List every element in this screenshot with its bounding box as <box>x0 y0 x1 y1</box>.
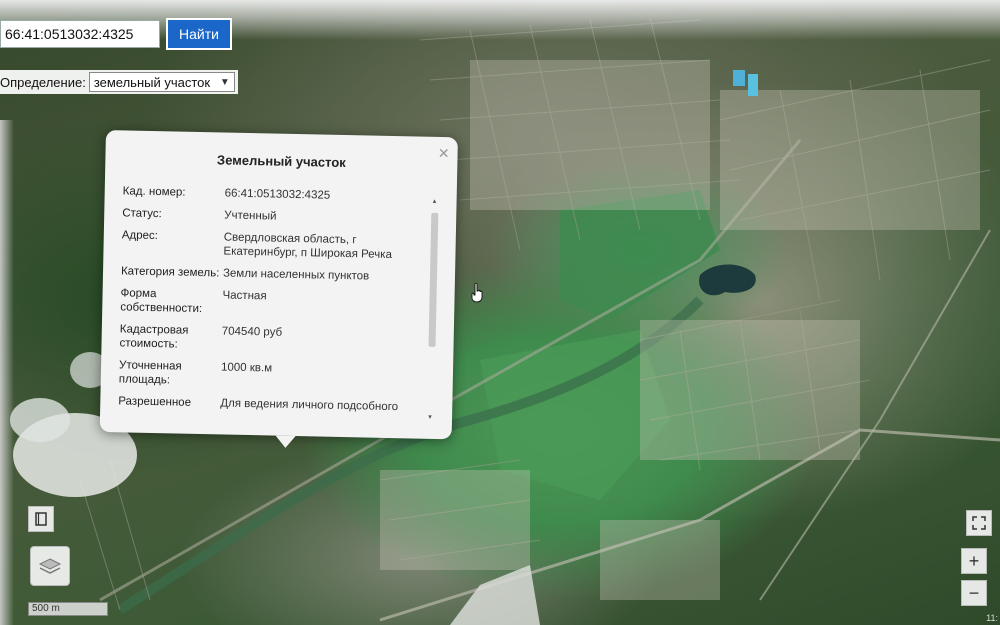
info-key: Статус: <box>122 206 224 222</box>
info-key: Категория земель: <box>121 264 223 280</box>
definition-select[interactable]: земельный участок ▼ <box>89 72 235 92</box>
layers-icon[interactable] <box>30 546 70 586</box>
chevron-down-icon: ▼ <box>220 77 230 88</box>
popup-pointer <box>275 436 295 448</box>
info-value: Учтенный <box>224 208 432 226</box>
search-bar: Найти <box>0 18 232 50</box>
info-value: Для ведения личного подсобного <box>220 396 428 414</box>
info-key: Уточненная площадь: <box>119 358 222 388</box>
parcel-info-popup: ✕ Земельный участок Кад. номер: 66:41:05… <box>100 130 458 439</box>
info-row-status: Статус: Учтенный <box>122 206 432 226</box>
info-key: Разрешенное <box>118 394 220 410</box>
info-key: Кадастровая стоимость: <box>119 322 222 352</box>
hand-cursor-icon <box>470 283 484 303</box>
popup-title: Земельный участок <box>105 150 457 172</box>
info-row-area: Уточненная площадь: 1000 кв.м <box>119 358 430 392</box>
info-key: Форма собственности: <box>120 286 223 316</box>
info-row-address: Адрес: Свердловская область, г Екатеринб… <box>121 228 432 262</box>
clock: 11: <box>986 613 998 623</box>
popup-info-list: Кад. номер: 66:41:0513032:4325 Статус: У… <box>118 184 433 422</box>
info-row-ownership: Форма собственности: Частная <box>120 286 431 320</box>
scroll-down-icon[interactable]: ▼ <box>426 415 434 421</box>
info-row-cadastral-number: Кад. номер: 66:41:0513032:4325 <box>123 184 433 204</box>
info-key: Кад. номер: <box>123 184 225 200</box>
info-row-cadastral-value: Кадастровая стоимость: 704540 руб <box>119 322 430 356</box>
book-icon[interactable] <box>28 506 54 532</box>
scroll-up-icon[interactable]: ▲ <box>431 199 439 205</box>
scroll-thumb[interactable] <box>429 213 439 347</box>
info-row-land-category: Категория земель: Земли населенных пункт… <box>121 264 431 284</box>
info-value: 1000 кв.м <box>221 360 430 392</box>
info-value: Свердловская область, г Екатеринбург, п … <box>223 230 432 262</box>
info-row-permitted-use: Разрешенное Для ведения личного подсобно… <box>118 394 428 414</box>
cadastral-number-input[interactable] <box>0 20 160 48</box>
info-value: 66:41:0513032:4325 <box>225 187 433 205</box>
zoom-out-button[interactable]: − <box>961 580 987 606</box>
zoom-in-button[interactable]: + <box>961 548 987 574</box>
find-button[interactable]: Найти <box>166 18 232 50</box>
info-value: Земли населенных пунктов <box>223 266 431 284</box>
info-key: Адрес: <box>121 228 224 258</box>
scale-bar: 500 m <box>28 602 108 616</box>
definition-selected-value: земельный участок <box>94 75 210 90</box>
info-value: Частная <box>222 288 431 320</box>
info-value: 704540 руб <box>221 324 430 356</box>
screen-glare-left <box>0 120 14 625</box>
definition-label: Определение: <box>0 75 86 90</box>
fullscreen-icon[interactable] <box>966 510 992 536</box>
definition-row: Определение: земельный участок ▼ <box>0 70 238 94</box>
